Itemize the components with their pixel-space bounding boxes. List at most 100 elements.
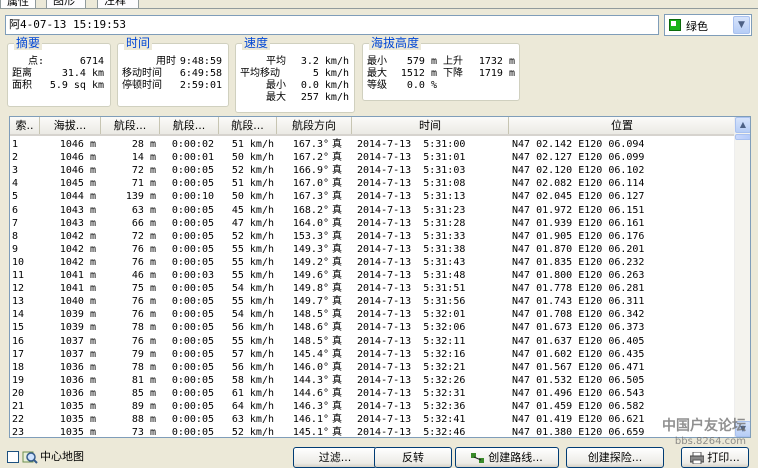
cell-course-ref: 真 — [332, 309, 342, 321]
cell-index: 3 — [12, 165, 19, 177]
distance-value: 31.4 km — [61, 68, 104, 79]
cell-course-ref: 真 — [332, 427, 342, 438]
track-name-input[interactable]: 阿4-07-13 15:19:53 — [5, 15, 659, 35]
cell-leg-course: 167.3° — [292, 139, 329, 150]
print-button[interactable]: 打印... — [681, 447, 749, 468]
table-row[interactable]: 11 1041 m 46 m 0:00:03 55 km/h 149.6° 真 2014-7-… — [10, 269, 735, 282]
cell-leg-course: 144.3° — [292, 374, 329, 386]
cell-time: 2014-7-13 5:31:08 — [357, 178, 466, 190]
table-row[interactable]: 10 1042 m 76 m 0:00:05 55 km/h 149.2° 真 2014-7-… — [10, 256, 735, 269]
filter-button[interactable]: 过滤... — [293, 447, 377, 468]
cell-leg-course: 166.9° — [292, 165, 329, 177]
table-row[interactable]: 18 1036 m 78 m 0:00:05 56 km/h 146.0° 真 2014-7-… — [10, 361, 735, 374]
col-leg-speed[interactable]: 航段... — [219, 117, 277, 134]
cell-leg-length: 72 m — [131, 165, 156, 177]
track-points-table[interactable]: 索.. 海拔... 航段... 航段... 航段... 航段方向 时间 位置 1… — [9, 116, 751, 438]
col-altitude[interactable]: 海拔... — [40, 117, 101, 134]
col-index[interactable]: 索.. — [10, 117, 40, 134]
moving-time-value: 6:49:58 — [179, 68, 222, 79]
create-route-button[interactable]: 创建路线... — [455, 447, 559, 468]
cell-position: N47 01.708 E120 06.342 — [512, 309, 645, 321]
table-row[interactable]: 6 1043 m 63 m 0:00:05 45 km/h 168.2° 真 2014-7-1… — [10, 204, 735, 217]
points-value: 6714 — [79, 56, 104, 67]
cell-course-ref: 真 — [332, 270, 342, 281]
tab-properties[interactable]: 属性 — [0, 0, 36, 8]
table-row[interactable]: 16 1037 m 76 m 0:00:05 55 km/h 148.5° 真 2014-7-… — [10, 335, 735, 348]
cell-leg-course: 146.0° — [292, 361, 329, 373]
cell-leg-speed: 55 km/h — [231, 296, 274, 308]
cell-course-ref: 真 — [332, 322, 342, 334]
table-row[interactable]: 7 1043 m 66 m 0:00:05 47 km/h 164.0° 真 2014-7-1… — [10, 217, 735, 230]
table-row[interactable]: 20 1036 m 85 m 0:00:05 61 km/h 144.6° 真 2014-7-… — [10, 387, 735, 400]
time-group: 时间 用时 9:48:59 移动时间 6:49:58 停顿时间 2:59:01 — [117, 36, 229, 107]
scroll-thumb[interactable] — [735, 134, 750, 140]
elevation-title: 海拔高度 — [369, 36, 422, 50]
table-row[interactable]: 2 1046 m 14 m 0:00:01 50 km/h 167.2° 真 2014-7-1… — [10, 151, 735, 164]
create-search-button[interactable]: 创建探险... — [566, 447, 664, 468]
cell-leg-speed: 61 km/h — [231, 387, 274, 399]
reverse-button[interactable]: 反转 — [374, 447, 452, 468]
distance-label: 距离 — [12, 68, 32, 79]
table-row[interactable]: 9 1042 m 76 m 0:00:05 55 km/h 149.3° 真 2014-7-1… — [10, 243, 735, 256]
magnifier-map-icon — [22, 451, 38, 464]
cell-leg-speed: 52 km/h — [231, 427, 274, 438]
cell-altitude: 1043 m — [59, 204, 96, 216]
vertical-scrollbar[interactable]: ▲ ▼ — [734, 117, 750, 437]
cell-leg-course: 149.3° — [292, 243, 329, 255]
center-map-checkbox[interactable] — [7, 451, 19, 463]
descent-label: 下降 — [443, 68, 463, 79]
elev-min-label: 最小 — [367, 56, 387, 67]
table-row[interactable]: 8 1042 m 72 m 0:00:05 52 km/h 153.3° 真 2014-7-1… — [10, 230, 735, 243]
cell-leg-speed: 54 km/h — [231, 283, 274, 295]
cell-leg-length: 14 m — [131, 152, 156, 164]
table-row[interactable]: 15 1039 m 78 m 0:00:05 56 km/h 148.6° 真 2014-7-… — [10, 321, 735, 334]
avg-speed-label: 平均 — [266, 56, 286, 67]
col-leg-time[interactable]: 航段... — [160, 117, 219, 134]
cell-altitude: 1039 m — [59, 309, 96, 321]
table-row[interactable]: 22 1035 m 88 m 0:00:05 63 km/h 146.1° 真 2014-7-… — [10, 413, 735, 426]
table-row[interactable]: 21 1035 m 89 m 0:00:05 64 km/h 146.3° 真 2014-7-… — [10, 400, 735, 413]
cell-leg-time: 0:00:10 — [171, 191, 214, 203]
col-time[interactable]: 时间 — [352, 117, 509, 134]
scroll-up-icon[interactable]: ▲ — [735, 117, 750, 133]
table-row[interactable]: 12 1041 m 75 m 0:00:05 54 km/h 149.8° 真 2014-7-… — [10, 282, 735, 295]
cell-time: 2014-7-13 5:32:41 — [357, 414, 466, 426]
cell-leg-length: 76 m — [131, 256, 156, 268]
tab-graphics[interactable]: 图形 — [46, 0, 86, 8]
table-row[interactable]: 14 1039 m 76 m 0:00:05 54 km/h 148.5° 真 2014-7-… — [10, 308, 735, 321]
cell-position: N47 02.120 E120 06.102 — [512, 165, 645, 177]
cell-leg-length: 76 m — [131, 296, 156, 308]
table-row[interactable]: 23 1035 m 73 m 0:00:05 52 km/h 145.1° 真 2014-7-… — [10, 426, 735, 438]
col-leg-course[interactable]: 航段方向 — [277, 117, 352, 134]
cell-leg-length: 71 m — [131, 178, 156, 190]
cell-leg-time: 0:00:05 — [171, 243, 214, 255]
chevron-down-icon[interactable]: ▼ — [733, 16, 750, 34]
cell-altitude: 1036 m — [59, 374, 96, 386]
cell-leg-time: 0:00:05 — [171, 387, 214, 399]
table-row[interactable]: 4 1045 m 71 m 0:00:05 51 km/h 167.0° 真 2014-7-1… — [10, 177, 735, 190]
cell-position: N47 02.142 E120 06.094 — [512, 139, 645, 150]
cell-altitude: 1035 m — [59, 414, 96, 426]
cell-leg-speed: 51 km/h — [231, 139, 274, 150]
cell-index: 20 — [12, 387, 25, 399]
tab-notes[interactable]: 注释 — [97, 0, 139, 8]
table-row[interactable]: 3 1046 m 72 m 0:00:05 52 km/h 166.9° 真 2014-7-1… — [10, 164, 735, 177]
cell-time: 2014-7-13 5:32:11 — [357, 335, 466, 347]
cell-index: 17 — [12, 348, 25, 360]
table-row[interactable]: 5 1044 m 139 m 0:00:10 50 km/h 167.3° 真 2014-7-… — [10, 190, 735, 203]
table-row[interactable]: 19 1036 m 81 m 0:00:05 58 km/h 144.3° 真 2014-7-… — [10, 374, 735, 387]
table-row[interactable]: 17 1037 m 79 m 0:00:05 57 km/h 145.4° 真 2014-7-… — [10, 348, 735, 361]
cell-time: 2014-7-13 5:31:00 — [357, 139, 466, 150]
color-select[interactable]: 绿色 ▼ — [664, 14, 752, 36]
cell-leg-course: 168.2° — [292, 204, 329, 216]
table-row[interactable]: 1 1046 m 28 m 0:00:02 51 km/h 167.3° 真 2014-7-1… — [10, 138, 735, 151]
col-position[interactable]: 位置 — [509, 117, 735, 134]
cell-leg-time: 0:00:05 — [171, 361, 214, 373]
cell-time: 2014-7-13 5:31:23 — [357, 204, 466, 216]
cell-course-ref: 真 — [332, 348, 342, 360]
cell-position: N47 01.567 E120 06.471 — [512, 361, 645, 373]
col-leg-length[interactable]: 航段... — [101, 117, 160, 134]
area-value: 5.9 sq km — [49, 80, 104, 91]
cell-altitude: 1035 m — [59, 401, 96, 412]
table-row[interactable]: 13 1040 m 76 m 0:00:05 55 km/h 149.7° 真 2014-7-… — [10, 295, 735, 308]
